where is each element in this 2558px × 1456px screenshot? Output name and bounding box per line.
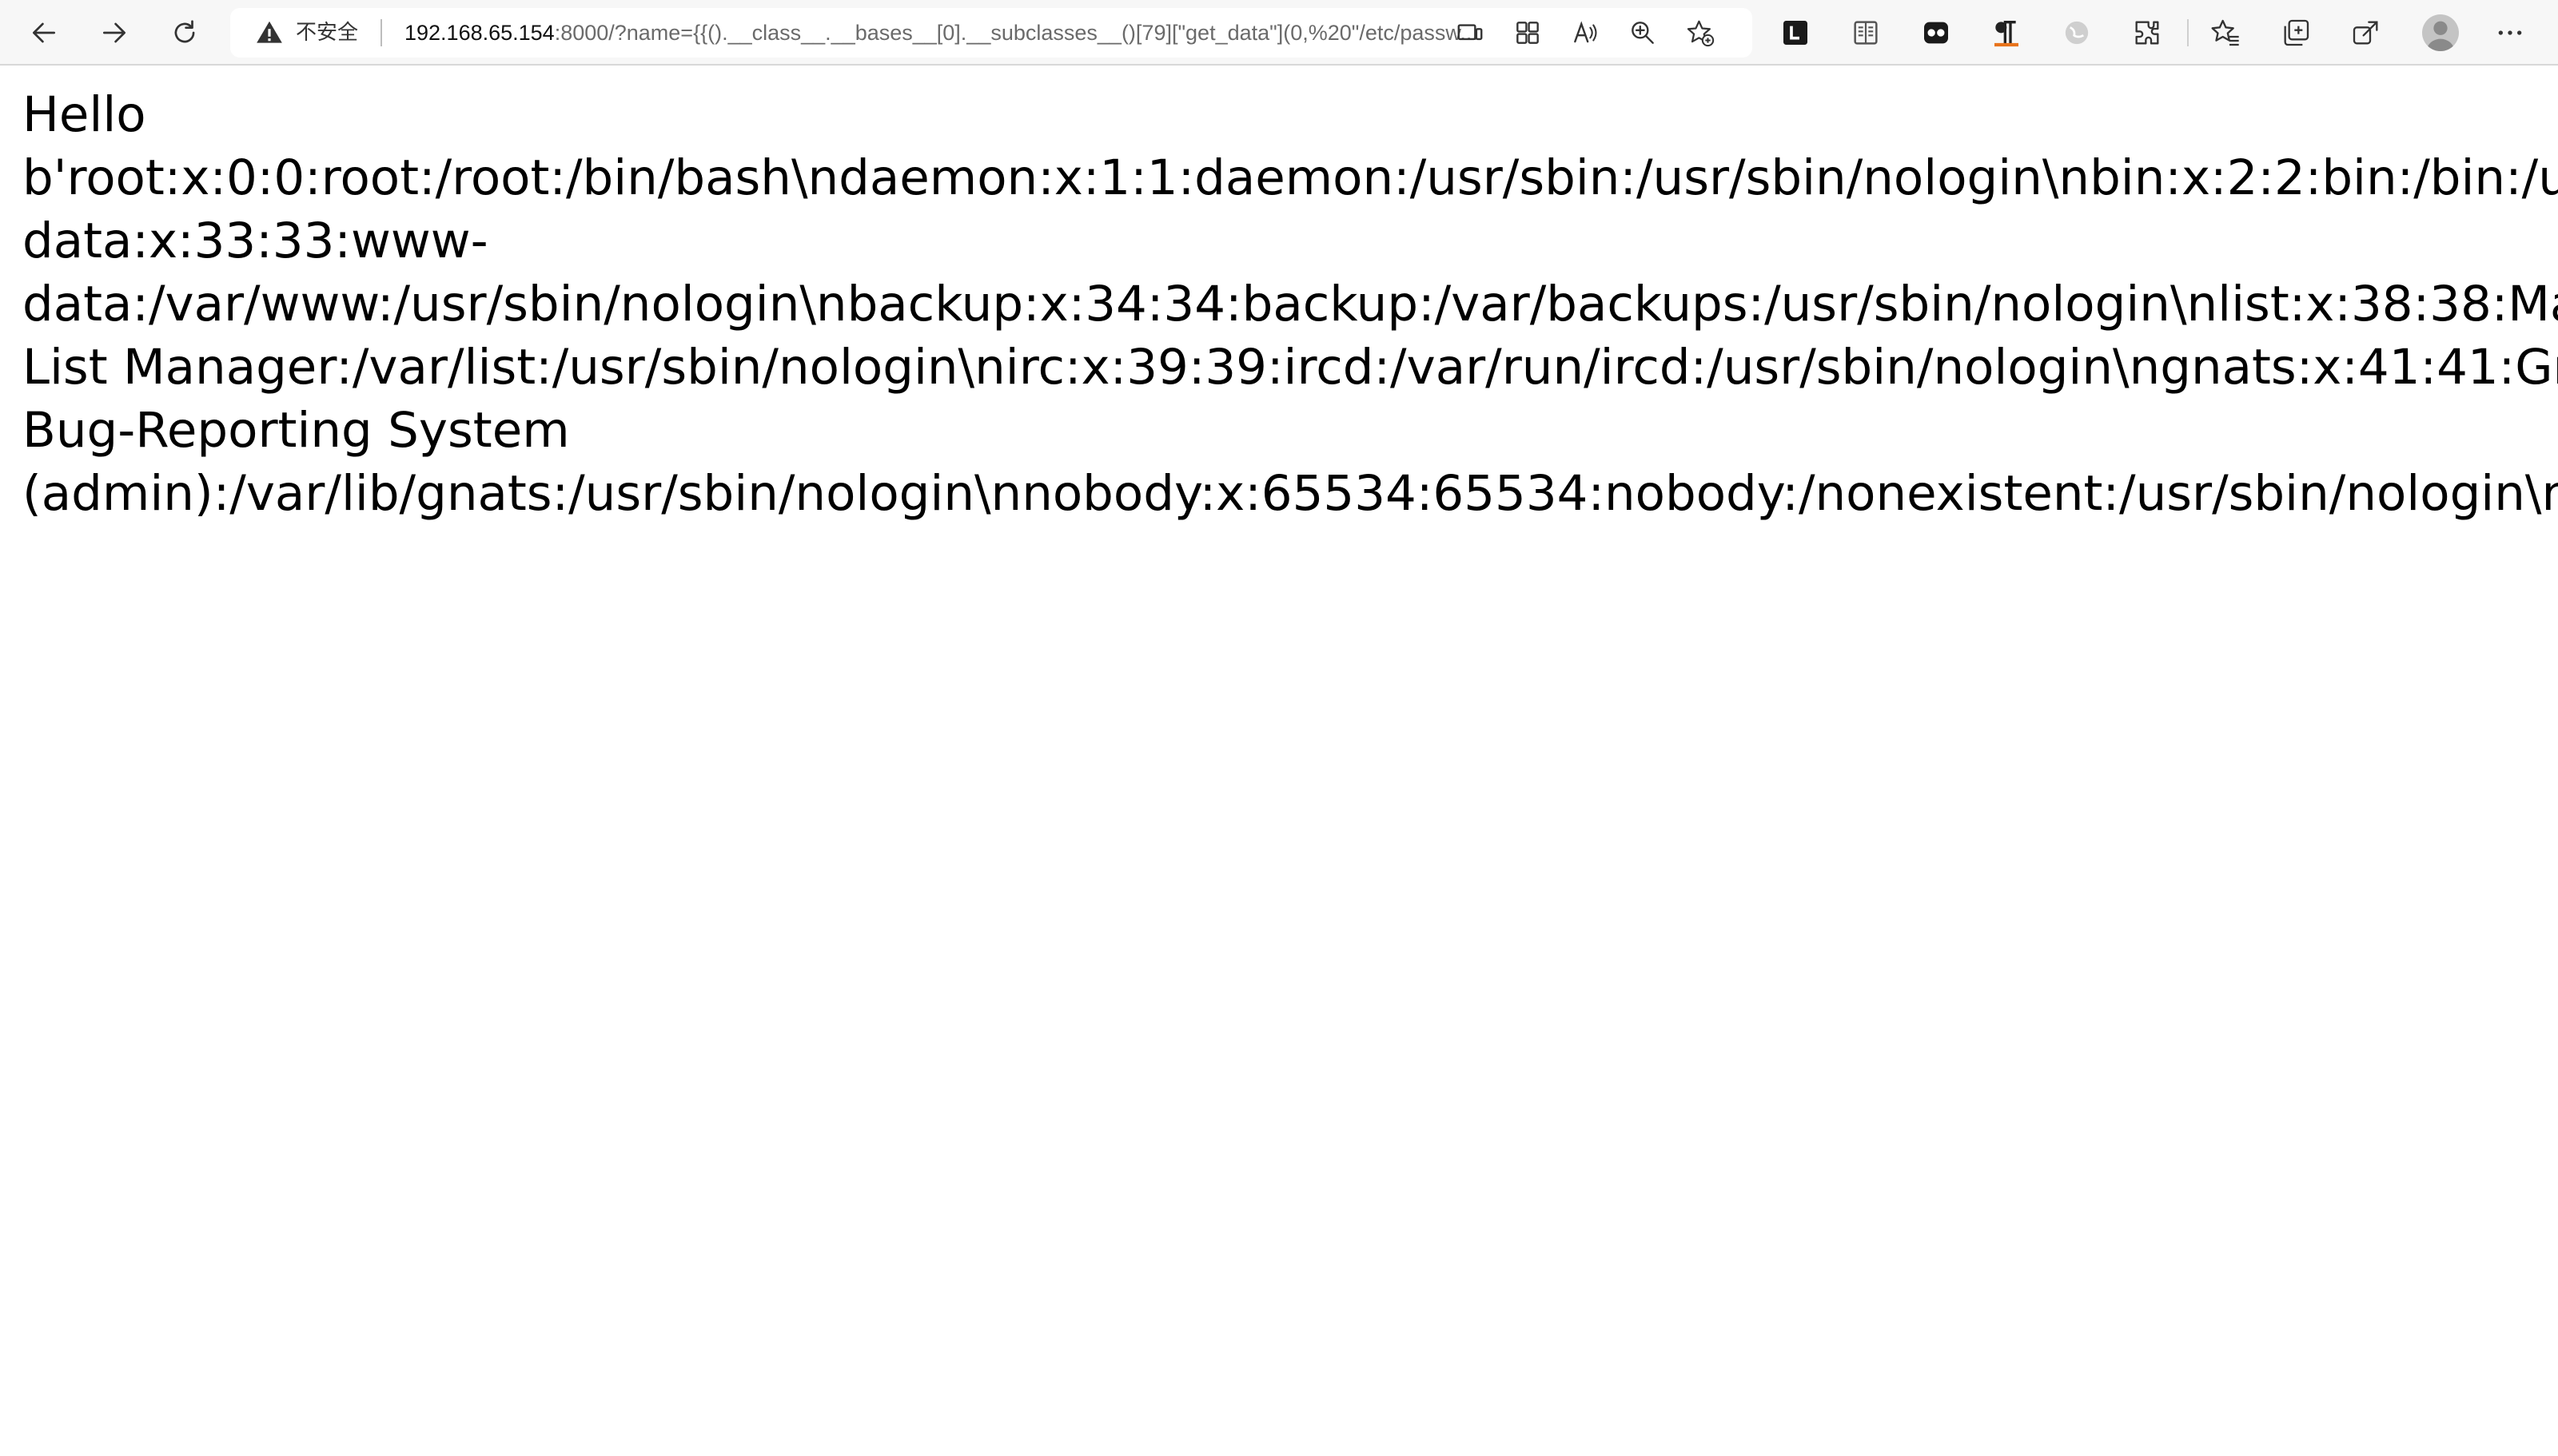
zoom-icon[interactable]: [1628, 18, 1658, 48]
extensions-icon[interactable]: [2131, 17, 2163, 49]
reader-view-icon[interactable]: [1850, 17, 1882, 49]
greeting-line: Hello: [22, 86, 146, 143]
profile-button[interactable]: [2422, 14, 2459, 51]
extension-face-icon[interactable]: [1920, 17, 1952, 49]
not-secure-label[interactable]: 不安全: [296, 18, 358, 47]
back-icon: [32, 22, 56, 43]
refresh-button[interactable]: [161, 10, 208, 56]
output-line: b'root:x:0:0:root:/root:/bin/bash\ndaemo…: [22, 149, 2558, 206]
read-aloud-icon[interactable]: [1570, 18, 1600, 48]
forward-icon: [102, 22, 126, 43]
url-path: :8000/?name={{().__class__.__bases__[0].…: [554, 21, 1478, 45]
forward-button[interactable]: [91, 10, 137, 56]
extension-globe-icon[interactable]: [2061, 17, 2093, 49]
page-content: Hello b'root:x:0:0:root:/root:/bin/bash\…: [22, 83, 2558, 525]
back-button[interactable]: [21, 10, 67, 56]
immersive-reader-icon[interactable]: [1455, 18, 1485, 48]
output-line: data:/var/www:/usr/sbin/nologin\nbackup:…: [22, 276, 2558, 332]
output-line: data:x:33:33:www-: [22, 213, 488, 269]
address-bar[interactable]: 不安全 192.168.65.154:8000/?name={{().__cla…: [230, 8, 1752, 58]
add-favorite-icon[interactable]: [1685, 18, 1715, 48]
output-line: Bug-Reporting System: [22, 402, 570, 459]
more-icon[interactable]: [2494, 17, 2526, 49]
warning-icon[interactable]: [254, 18, 285, 48]
url-host: 192.168.65.154: [404, 21, 555, 45]
address-separator: [381, 19, 382, 46]
url-text[interactable]: 192.168.65.154:8000/?name={{().__class__…: [404, 18, 1683, 47]
favorites-icon[interactable]: [2209, 17, 2241, 49]
browser-toolbar: 不安全 192.168.65.154:8000/?name={{().__cla…: [0, 0, 2558, 66]
apps-icon[interactable]: [1512, 18, 1543, 48]
profile-icon: [2426, 21, 2455, 51]
pilcrow-icon[interactable]: [1990, 17, 2022, 49]
refresh-icon: [174, 20, 195, 43]
output-line: List Manager:/var/list:/usr/sbin/nologin…: [22, 339, 2558, 396]
output-line: (admin):/var/lib/gnats:/usr/sbin/nologin…: [22, 465, 2558, 522]
extension-l-icon[interactable]: [1779, 17, 1811, 49]
share-icon[interactable]: [2350, 17, 2382, 49]
toolbar-divider: [2187, 19, 2189, 46]
collections-icon[interactable]: [2280, 17, 2312, 49]
